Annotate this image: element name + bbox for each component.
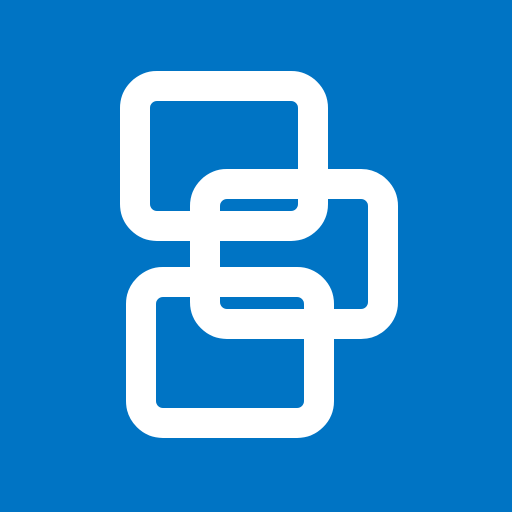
- overlapping-windows-icon: [0, 0, 512, 512]
